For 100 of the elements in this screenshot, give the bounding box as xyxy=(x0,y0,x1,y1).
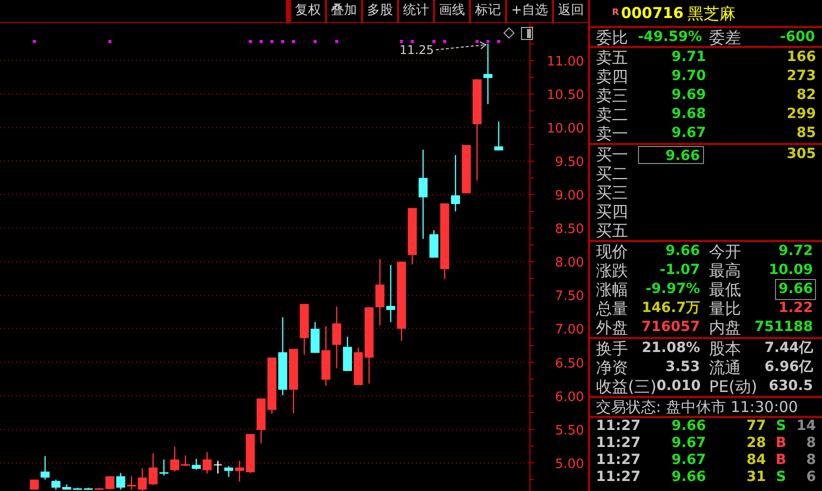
field-value: 3.53 xyxy=(665,358,701,377)
field-value: 7.44亿 xyxy=(764,339,814,358)
diamond-icon xyxy=(503,27,515,39)
tick-side: S xyxy=(774,469,788,486)
field-label: 委差 xyxy=(709,28,741,47)
field-label: 现价 xyxy=(596,242,628,261)
order-label: 买四 xyxy=(596,202,629,221)
order-label: 卖五 xyxy=(596,48,629,67)
ask-volume: 85 xyxy=(796,124,816,143)
tick-price: 9.66 xyxy=(670,469,706,486)
tick-volume: 77 xyxy=(746,418,766,435)
field-value: 716057 xyxy=(640,318,701,337)
candlestick xyxy=(451,155,460,212)
ask-price: 9.67 xyxy=(670,124,706,143)
field-label: 今开 xyxy=(709,242,741,261)
field-label: 最高 xyxy=(709,261,741,280)
candlestick xyxy=(138,468,147,491)
tick-side: S xyxy=(774,418,788,435)
field-value: 10.09 xyxy=(768,261,814,280)
order-label: 买二 xyxy=(596,164,629,183)
bid-volume: 305 xyxy=(786,145,816,164)
candlestick xyxy=(62,484,72,490)
axis-label: 9.00 xyxy=(555,188,584,204)
tick-price: 9.67 xyxy=(670,452,706,469)
candlestick xyxy=(375,259,384,326)
tick-time: 11:27 xyxy=(596,435,642,452)
tick-count: 8 xyxy=(805,435,816,452)
bid-price: 9.66 xyxy=(638,146,704,164)
field-label: 量比 xyxy=(709,299,741,318)
tick-time: 11:27 xyxy=(596,418,642,435)
candlestick xyxy=(73,488,82,490)
field-value: -600 xyxy=(780,28,815,47)
candlestick xyxy=(289,348,298,414)
candlestick xyxy=(300,304,309,355)
axis-label: 8.50 xyxy=(555,222,584,238)
field-value: -49.59% xyxy=(638,28,702,47)
candlestick xyxy=(170,446,180,472)
field-value: 9.66 xyxy=(664,242,701,261)
field-value: -1.07 xyxy=(658,261,701,280)
panel-toggle-icon xyxy=(521,27,533,40)
order-label: 买一 xyxy=(596,145,629,164)
ask-volume: 166 xyxy=(786,48,816,67)
ask-volume: 299 xyxy=(786,105,816,124)
ask-price: 9.71 xyxy=(670,48,706,67)
axis-label: 9.50 xyxy=(555,155,584,170)
field-value: 9.72 xyxy=(777,242,814,261)
candlestick xyxy=(235,460,244,482)
axis-label: 11.00 xyxy=(546,54,584,70)
candlestick xyxy=(224,466,234,477)
candlestick xyxy=(462,145,471,194)
arrow-icon xyxy=(435,41,487,50)
tick-count: 6 xyxy=(805,469,816,486)
field-value: 751188 xyxy=(754,318,814,337)
field-label: 涨跌 xyxy=(596,261,628,280)
tick-count: 14 xyxy=(796,418,816,435)
tick-volume: 28 xyxy=(746,435,766,452)
axis-label: 5.00 xyxy=(555,456,584,472)
field-label: 收益(三) xyxy=(596,377,656,396)
stock-name: 黑芝麻 xyxy=(688,4,736,22)
axis-label: 10.00 xyxy=(546,122,584,137)
tick-price: 9.67 xyxy=(670,435,706,452)
flag-label: R xyxy=(612,7,619,20)
trading-status: 交易状态: 盘中休市 11:30:00 xyxy=(596,398,798,416)
candlestick xyxy=(116,472,126,490)
order-label: 买五 xyxy=(596,221,629,240)
ask-price: 9.70 xyxy=(670,67,706,86)
tick-count: 8 xyxy=(805,452,816,469)
field-label: 内盘 xyxy=(709,318,741,337)
field-label: 外盘 xyxy=(596,318,628,337)
candlestick xyxy=(181,455,190,466)
candlestick xyxy=(127,476,136,490)
order-label: 卖四 xyxy=(596,67,629,86)
tick-side: B xyxy=(774,435,788,452)
order-label: 卖三 xyxy=(596,86,629,105)
ask-price: 9.69 xyxy=(670,86,706,105)
candlestick xyxy=(84,488,93,490)
candlestick xyxy=(256,398,266,444)
candlestick xyxy=(246,434,255,473)
ask-price: 9.68 xyxy=(670,105,706,124)
tick-time: 11:27 xyxy=(596,469,642,486)
field-value: 0.010 xyxy=(656,377,702,396)
field-value: 630.5 xyxy=(768,377,814,396)
axis-label: 10.50 xyxy=(546,88,584,104)
field-value: 6.96亿 xyxy=(764,358,814,377)
tick-volume: 31 xyxy=(746,469,766,486)
axis-label: 7.00 xyxy=(555,322,584,338)
field-label: 净资 xyxy=(596,358,628,377)
stock-code: 000716 xyxy=(620,4,684,22)
field-label: 换手 xyxy=(596,339,628,358)
candlestick xyxy=(192,458,201,470)
candlestick xyxy=(494,122,504,150)
axis-label: 6.50 xyxy=(555,356,584,372)
field-value: 1.22 xyxy=(777,299,814,318)
order-label: 买三 xyxy=(596,183,629,202)
order-label: 卖二 xyxy=(596,105,629,124)
candlestick xyxy=(30,480,39,490)
candlestick xyxy=(386,265,396,322)
field-label: 委比 xyxy=(596,28,628,47)
field-label: PE(动) xyxy=(709,377,758,396)
field-value: 21.08% xyxy=(642,339,701,358)
